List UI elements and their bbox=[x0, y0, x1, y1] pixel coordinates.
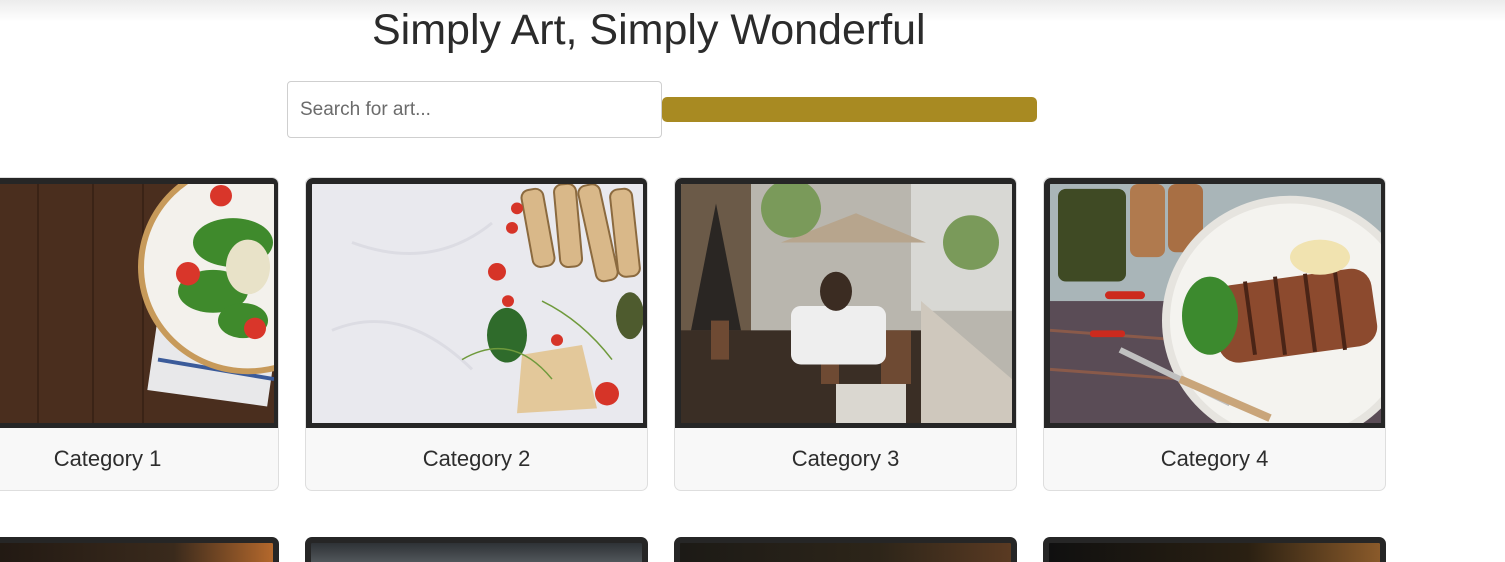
category-image-salad[interactable] bbox=[0, 178, 278, 428]
category-card[interactable]: Category 1 bbox=[0, 177, 279, 491]
search-input[interactable] bbox=[287, 81, 662, 138]
category-image-dark-closeup[interactable] bbox=[1043, 537, 1386, 562]
category-card[interactable]: Category 2 bbox=[305, 177, 648, 491]
category-label[interactable]: Category 4 bbox=[1044, 428, 1385, 490]
category-label[interactable]: Category 3 bbox=[675, 428, 1016, 490]
category-image-steak[interactable] bbox=[1044, 178, 1385, 428]
category-image-cafe[interactable] bbox=[675, 178, 1016, 428]
page-title: Simply Art, Simply Wonderful bbox=[372, 6, 926, 54]
category-image-bar[interactable] bbox=[674, 537, 1017, 562]
category-card[interactable]: Category 3 bbox=[674, 177, 1017, 491]
category-image-dark-food[interactable] bbox=[0, 537, 279, 562]
category-image-bread[interactable] bbox=[306, 178, 647, 428]
category-label[interactable]: Category 2 bbox=[306, 428, 647, 490]
search-button[interactable] bbox=[662, 97, 1037, 122]
category-image-fabric[interactable] bbox=[305, 537, 648, 562]
category-label[interactable]: Category 1 bbox=[0, 428, 278, 490]
category-card[interactable]: Category 4 bbox=[1043, 177, 1386, 491]
